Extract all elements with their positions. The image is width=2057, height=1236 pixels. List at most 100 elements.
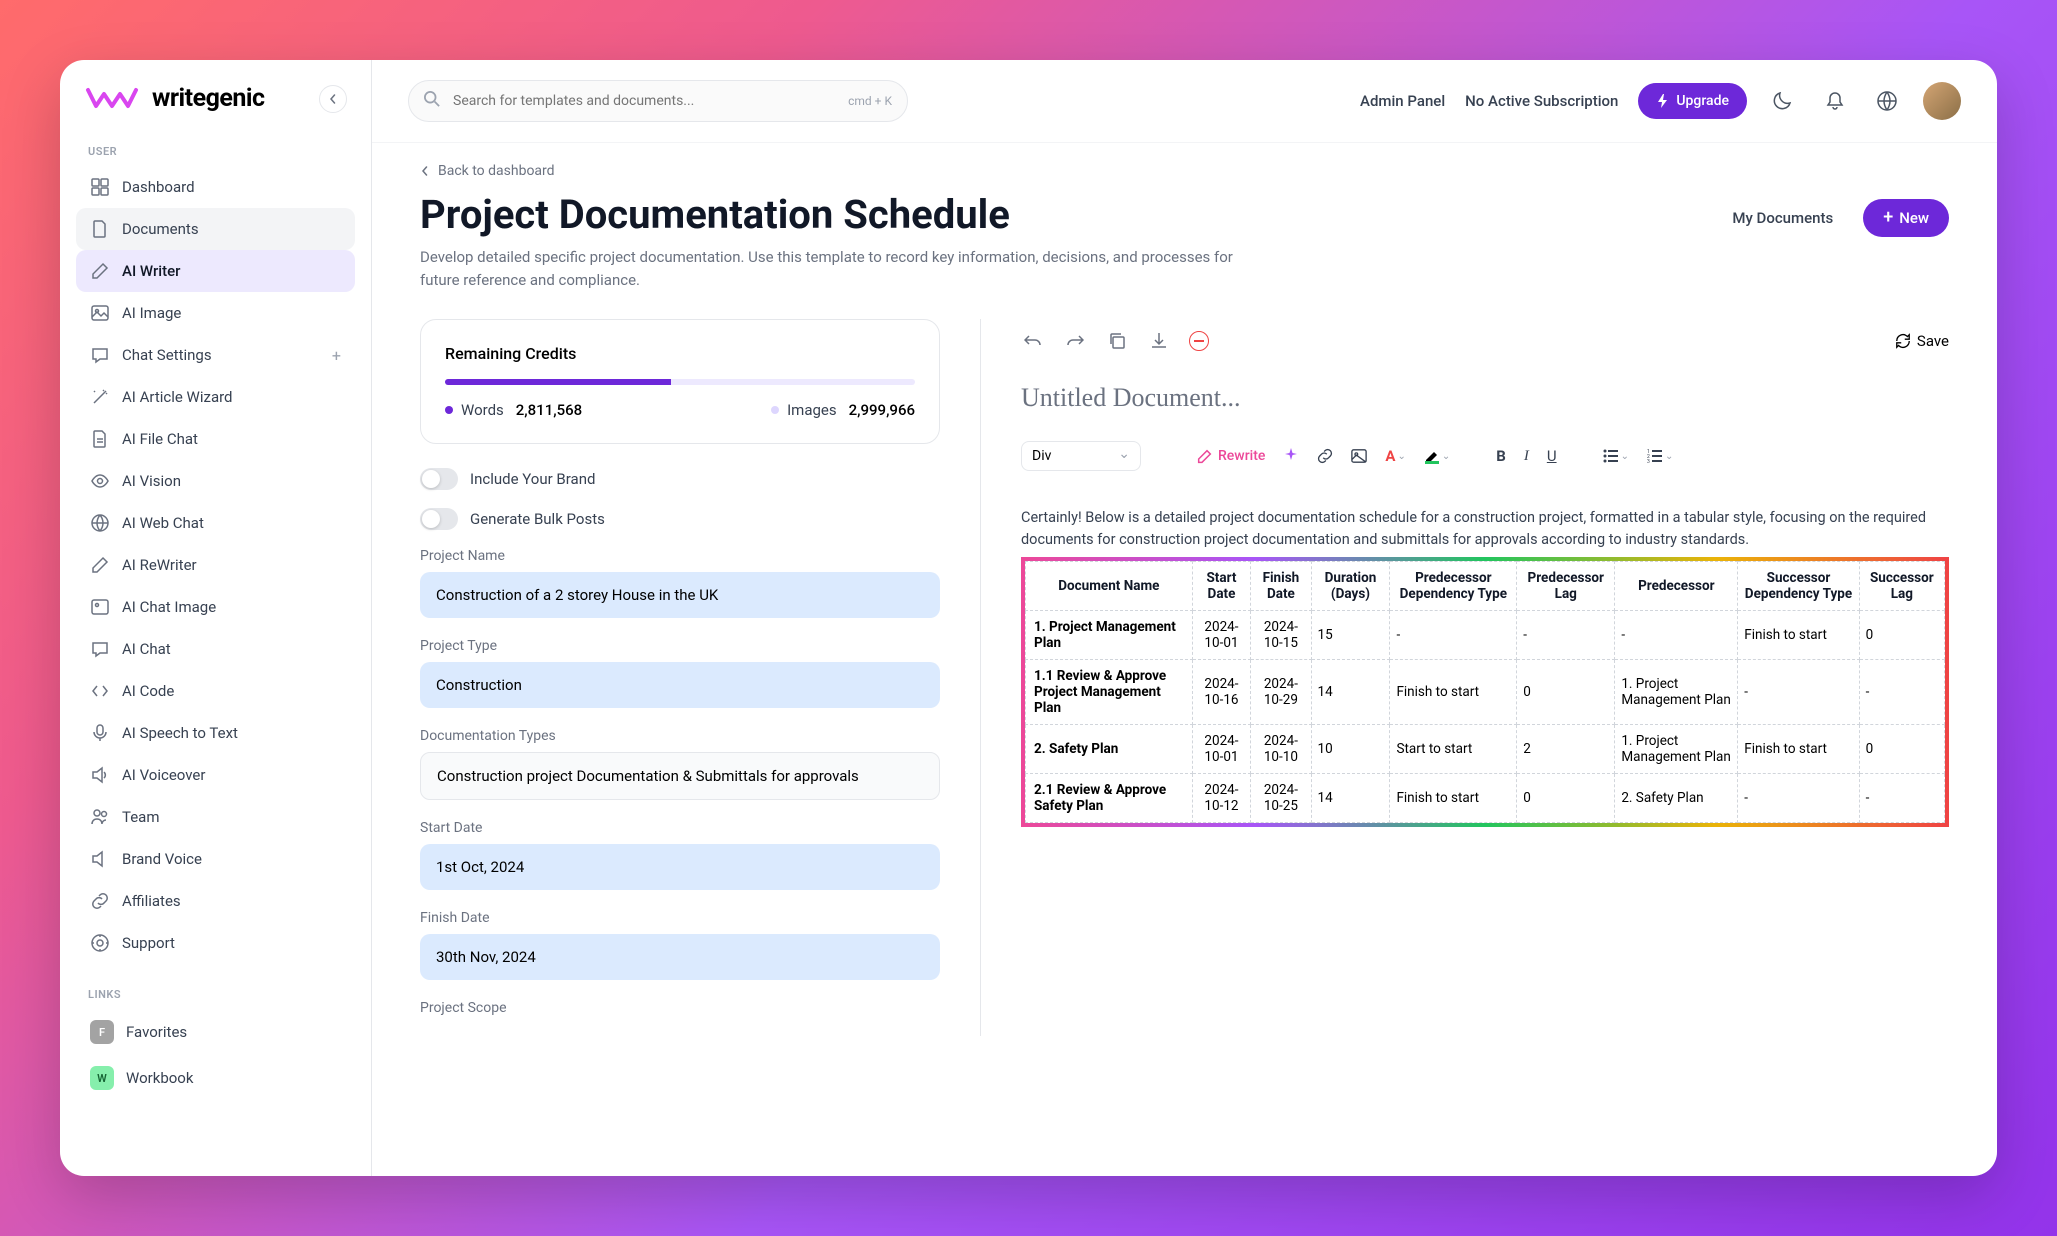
- image-icon: [1351, 448, 1367, 464]
- main: cmd + K Admin Panel No Active Subscripti…: [372, 60, 1997, 1176]
- start-date-input[interactable]: [420, 844, 940, 890]
- sidebar-item-ai-vision[interactable]: AI Vision: [76, 460, 355, 502]
- dark-mode-toggle[interactable]: [1767, 85, 1799, 117]
- format-select[interactable]: Div: [1021, 441, 1141, 471]
- sidebar-item-ai-image[interactable]: AI Image: [76, 292, 355, 334]
- words-label: Words: [461, 401, 504, 419]
- sidebar-item-ai-code[interactable]: AI Code: [76, 670, 355, 712]
- ai-sparkle-button[interactable]: [1283, 448, 1299, 464]
- sidebar-item-ai-article-wizard[interactable]: AI Article Wizard: [76, 376, 355, 418]
- support-icon: [90, 933, 110, 953]
- table-row: 2. Safety Plan2024-10-012024-10-1010Star…: [1026, 724, 1945, 773]
- brand-toggle[interactable]: [420, 468, 458, 490]
- chevron-left-icon: [328, 94, 338, 104]
- logo-mark-icon: [84, 86, 144, 112]
- redo-button[interactable]: [1063, 329, 1087, 353]
- plus-icon[interactable]: +: [332, 346, 341, 365]
- sidebar-item-ai-chat-image[interactable]: AI Chat Image: [76, 586, 355, 628]
- sidebar-item-affiliates[interactable]: Affiliates: [76, 880, 355, 922]
- sidebar-item-label: AI Voiceover: [122, 766, 205, 784]
- finish-date-label: Finish Date: [420, 910, 940, 926]
- image-insert-button[interactable]: [1351, 448, 1367, 464]
- credits-progress-bar: [445, 379, 915, 385]
- cell-pdt: Finish to start: [1390, 659, 1517, 724]
- save-button[interactable]: Save: [1895, 332, 1949, 350]
- document-intro[interactable]: Certainly! Below is a detailed project d…: [1021, 507, 1949, 551]
- project-type-label: Project Type: [420, 638, 940, 654]
- sidebar-item-label: AI Chat: [122, 640, 171, 658]
- avatar[interactable]: [1923, 82, 1961, 120]
- subscription-status[interactable]: No Active Subscription: [1465, 92, 1618, 110]
- sidebar-item-label: AI File Chat: [122, 430, 198, 448]
- project-name-input[interactable]: [420, 572, 940, 618]
- text-color-button[interactable]: A⌄: [1385, 447, 1405, 465]
- sidebar-link-workbook[interactable]: W Workbook: [76, 1055, 355, 1101]
- rewrite-button[interactable]: Rewrite: [1197, 448, 1265, 464]
- editor-column: Save Untitled Document... Div Rewrite: [980, 319, 1949, 1036]
- sidebar-item-team[interactable]: Team: [76, 796, 355, 838]
- collapse-sidebar-button[interactable]: [319, 85, 347, 113]
- bullet-list-button[interactable]: ⌄: [1603, 448, 1629, 464]
- search-input[interactable]: [408, 80, 908, 122]
- cell-duration: 14: [1311, 659, 1390, 724]
- cell-finish: 2024-10-10: [1251, 724, 1311, 773]
- new-label: New: [1899, 209, 1929, 227]
- highlight-icon: [1424, 448, 1440, 464]
- sidebar-item-chat-settings[interactable]: Chat Settings +: [76, 334, 355, 376]
- new-button[interactable]: + New: [1863, 199, 1949, 237]
- message-icon: [90, 639, 110, 659]
- sidebar-item-support[interactable]: Support: [76, 922, 355, 964]
- document-title[interactable]: Untitled Document...: [1021, 383, 1949, 413]
- delete-button[interactable]: [1189, 331, 1209, 351]
- project-type-input[interactable]: [420, 662, 940, 708]
- sidebar-item-ai-chat[interactable]: AI Chat: [76, 628, 355, 670]
- globe-icon: [1877, 91, 1897, 111]
- italic-button[interactable]: I: [1524, 448, 1529, 465]
- sidebar-item-ai-rewriter[interactable]: AI ReWriter: [76, 544, 355, 586]
- cell-pred: -: [1615, 610, 1738, 659]
- sidebar-item-ai-writer[interactable]: AI Writer: [76, 250, 355, 292]
- credits-card: Remaining Credits Words 2,811,568 Images: [420, 319, 940, 444]
- link-button[interactable]: [1317, 448, 1333, 464]
- upgrade-label: Upgrade: [1676, 93, 1729, 109]
- team-icon: [90, 807, 110, 827]
- underline-button[interactable]: U: [1547, 447, 1557, 465]
- schedule-table: Document Name Start Date Finish Date Dur…: [1025, 561, 1945, 823]
- cell-sdt: Finish to start: [1738, 724, 1859, 773]
- back-link[interactable]: Back to dashboard: [420, 163, 1949, 179]
- bold-button[interactable]: B: [1496, 447, 1506, 465]
- bolt-icon: [1656, 94, 1670, 108]
- sidebar-item-label: AI Writer: [122, 262, 180, 280]
- notifications-button[interactable]: [1819, 85, 1851, 117]
- rewrite-label: Rewrite: [1218, 448, 1265, 464]
- cell-pred: 1. Project Management Plan: [1615, 724, 1738, 773]
- sidebar-item-label: Team: [122, 808, 160, 826]
- sidebar-item-ai-speech[interactable]: AI Speech to Text: [76, 712, 355, 754]
- credits-title: Remaining Credits: [445, 344, 915, 363]
- sidebar-item-documents[interactable]: Documents: [76, 208, 355, 250]
- sidebar-link-favorites[interactable]: F Favorites: [76, 1009, 355, 1055]
- table-row: 1.1 Review & Approve Project Management …: [1026, 659, 1945, 724]
- sidebar-item-ai-voiceover[interactable]: AI Voiceover: [76, 754, 355, 796]
- doc-types-input[interactable]: [420, 752, 940, 800]
- sidebar-item-ai-file-chat[interactable]: AI File Chat: [76, 418, 355, 460]
- table-row: 1. Project Management Plan2024-10-012024…: [1026, 610, 1945, 659]
- numbered-list-button[interactable]: 123⌄: [1647, 448, 1673, 464]
- download-button[interactable]: [1147, 329, 1171, 353]
- bulk-toggle[interactable]: [420, 508, 458, 530]
- undo-button[interactable]: [1021, 329, 1045, 353]
- sidebar-item-brand-voice[interactable]: Brand Voice: [76, 838, 355, 880]
- logo[interactable]: writegenic: [84, 84, 265, 113]
- finish-date-input[interactable]: [420, 934, 940, 980]
- highlight-button[interactable]: ⌄: [1424, 448, 1450, 464]
- language-button[interactable]: [1871, 85, 1903, 117]
- pen-icon: [90, 261, 110, 281]
- sidebar-item-ai-web-chat[interactable]: AI Web Chat: [76, 502, 355, 544]
- admin-panel-link[interactable]: Admin Panel: [1360, 92, 1445, 110]
- my-documents-button[interactable]: My Documents: [1714, 199, 1851, 237]
- favorites-badge-icon: F: [90, 1020, 114, 1044]
- sidebar-item-dashboard[interactable]: Dashboard: [76, 166, 355, 208]
- sidebar-item-label: AI Speech to Text: [122, 724, 238, 742]
- copy-button[interactable]: [1105, 329, 1129, 353]
- upgrade-button[interactable]: Upgrade: [1638, 83, 1747, 119]
